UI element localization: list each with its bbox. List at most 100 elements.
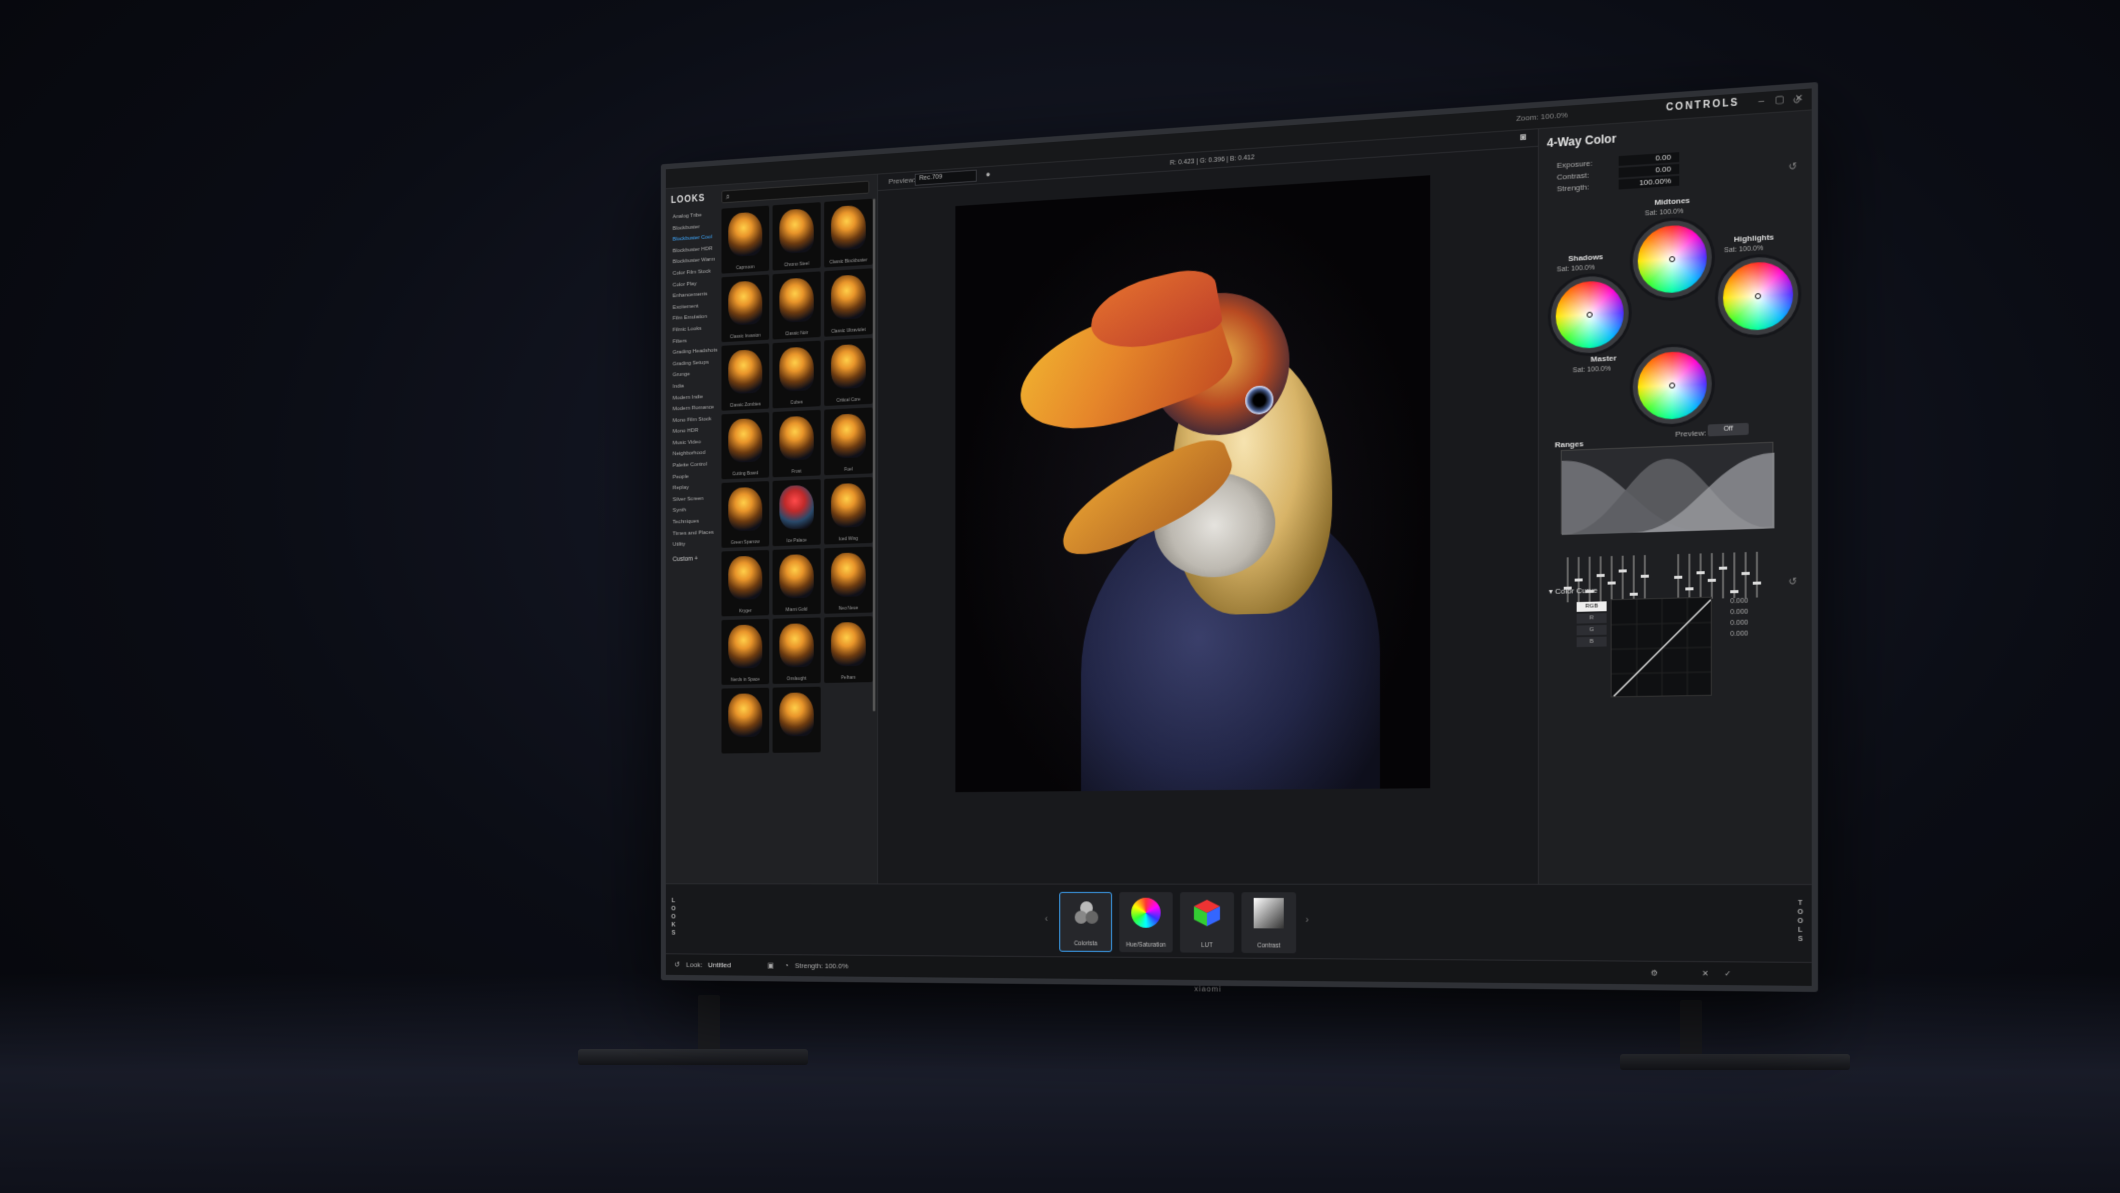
highlights-wheel[interactable] bbox=[1718, 255, 1798, 337]
look-thumbnail[interactable]: Classic Zombies bbox=[721, 343, 769, 410]
cancel-icon[interactable]: ✕ bbox=[1702, 969, 1709, 978]
look-thumbnail[interactable]: Frost bbox=[773, 410, 821, 477]
look-thumbnail[interactable]: Nerds in Space bbox=[721, 619, 769, 685]
fader-knob[interactable] bbox=[1730, 590, 1738, 593]
look-thumbnail[interactable]: Pelham bbox=[824, 616, 873, 683]
range-fader[interactable] bbox=[1600, 556, 1602, 601]
fader-knob[interactable] bbox=[1641, 575, 1649, 578]
reset-4way-icon[interactable]: ↺ bbox=[1789, 161, 1798, 173]
strength-field[interactable]: 100.00% bbox=[1619, 176, 1680, 190]
range-fader[interactable] bbox=[1633, 555, 1635, 600]
tool-contrast[interactable]: Contrast bbox=[1241, 892, 1296, 953]
midtones-wheel-handle[interactable] bbox=[1669, 256, 1675, 262]
range-fader[interactable] bbox=[1745, 552, 1747, 598]
range-fader[interactable] bbox=[1733, 552, 1735, 598]
fader-knob[interactable] bbox=[1742, 572, 1750, 575]
tools-side-tab[interactable]: TOOLS bbox=[1795, 899, 1805, 944]
range-fader[interactable] bbox=[1622, 556, 1624, 601]
fader-knob[interactable] bbox=[1685, 587, 1693, 590]
fader-knob[interactable] bbox=[1619, 569, 1627, 572]
look-thumbnail[interactable]: Green Sparrow bbox=[721, 481, 769, 548]
reset-curve-icon[interactable]: ↺ bbox=[1789, 577, 1798, 588]
look-thumbnail[interactable]: Kryger bbox=[721, 550, 769, 616]
chevron-right-icon[interactable]: › bbox=[1306, 915, 1309, 926]
fader-knob[interactable] bbox=[1708, 579, 1716, 582]
chevron-left-icon[interactable]: ‹ bbox=[1045, 914, 1048, 924]
fader-knob[interactable] bbox=[1753, 582, 1761, 585]
look-thumbnail[interactable]: Critical Core bbox=[824, 338, 873, 406]
look-thumbnail[interactable]: Classic Noir bbox=[773, 271, 821, 339]
look-thumbnail[interactable]: Capmoon bbox=[721, 206, 769, 274]
look-thumbnail[interactable]: Iced Wing bbox=[824, 477, 873, 545]
category-item[interactable]: Utility bbox=[673, 538, 720, 551]
range-fader[interactable] bbox=[1644, 555, 1646, 600]
ranges-graph[interactable] bbox=[1561, 442, 1774, 534]
tool-label: Colorista bbox=[1060, 940, 1111, 947]
fader-knob[interactable] bbox=[1719, 567, 1727, 570]
range-fader[interactable] bbox=[1567, 557, 1569, 602]
look-thumbnail[interactable] bbox=[721, 688, 769, 754]
tool-colorista[interactable]: Colorista bbox=[1059, 892, 1112, 952]
tool-hue-saturation[interactable]: Hue/Saturation bbox=[1119, 892, 1172, 952]
fader-knob[interactable] bbox=[1674, 576, 1682, 579]
user-icon[interactable]: ● bbox=[986, 170, 991, 180]
range-fader[interactable] bbox=[1711, 553, 1713, 599]
fader-knob[interactable] bbox=[1630, 593, 1638, 596]
fader-knob[interactable] bbox=[1597, 574, 1605, 577]
range-fader[interactable] bbox=[1700, 553, 1702, 599]
master-wheel-handle[interactable] bbox=[1669, 382, 1675, 388]
color-curve-header[interactable]: ▾ Color Curve bbox=[1549, 586, 1598, 596]
fader-knob[interactable] bbox=[1608, 581, 1616, 584]
strength-readout[interactable]: Strength: 100.0% bbox=[795, 962, 848, 971]
reset-icon[interactable]: ↺ bbox=[1793, 95, 1802, 107]
look-thumbnail[interactable]: Classic Invasion bbox=[721, 274, 769, 342]
look-thumbnail[interactable] bbox=[773, 687, 821, 753]
look-thumbnail[interactable]: Ice Palace bbox=[773, 479, 821, 546]
range-fader[interactable] bbox=[1677, 554, 1679, 599]
looks-side-tab[interactable]: LOOKS bbox=[669, 897, 677, 937]
confirm-icon[interactable]: ✓ bbox=[1724, 969, 1731, 978]
look-thumbnail[interactable]: Chrono Steel bbox=[773, 202, 821, 270]
look-thumbnail[interactable]: Neo Neue bbox=[824, 547, 873, 614]
fader-knob[interactable] bbox=[1697, 571, 1705, 574]
preview-select[interactable]: Rec.709 bbox=[915, 170, 977, 186]
strength-icon: ◔ bbox=[785, 961, 789, 969]
looks-scrollbar[interactable] bbox=[873, 199, 876, 712]
fader-knob[interactable] bbox=[1575, 578, 1583, 581]
maximize-icon[interactable]: ▢ bbox=[1775, 94, 1785, 106]
channel-g-button[interactable]: G bbox=[1577, 625, 1607, 635]
shadows-wheel-handle[interactable] bbox=[1587, 312, 1593, 318]
category-item[interactable]: Times and Places bbox=[673, 527, 720, 540]
range-fader[interactable] bbox=[1688, 554, 1690, 600]
gear-icon[interactable]: ⚙ bbox=[1651, 969, 1658, 978]
category-item[interactable]: Modern Romance bbox=[673, 402, 720, 416]
look-thumbnail[interactable]: Miami Gold bbox=[773, 548, 821, 615]
shadows-wheel[interactable] bbox=[1551, 274, 1629, 354]
channel-r-button[interactable]: R bbox=[1577, 613, 1607, 624]
color-curve-graph[interactable] bbox=[1611, 597, 1712, 698]
range-fader[interactable] bbox=[1611, 556, 1613, 601]
look-thumbnail[interactable]: Classic Blockbuster bbox=[824, 199, 873, 268]
range-fader[interactable] bbox=[1589, 557, 1591, 602]
minimize-icon[interactable]: – bbox=[1759, 96, 1765, 107]
channel-b-button[interactable]: B bbox=[1577, 637, 1607, 647]
save-look-icon[interactable]: ▣ bbox=[767, 961, 773, 969]
category-item[interactable]: Grading Headshots bbox=[673, 345, 720, 359]
look-thumbnail[interactable]: Cutting Board bbox=[721, 412, 769, 479]
midtones-wheel[interactable] bbox=[1633, 218, 1712, 299]
master-wheel[interactable] bbox=[1633, 345, 1712, 426]
ranges-preview-toggle[interactable]: Off bbox=[1708, 423, 1749, 437]
range-fader[interactable] bbox=[1722, 553, 1724, 599]
look-thumbnail[interactable]: Fuel bbox=[824, 407, 873, 475]
channel-rgb-button[interactable]: RGB bbox=[1577, 601, 1607, 612]
look-thumbnail[interactable]: Cubes bbox=[773, 341, 821, 409]
look-thumbnail[interactable]: Onslaught bbox=[773, 617, 821, 684]
range-fader[interactable] bbox=[1756, 552, 1758, 598]
camera-icon[interactable]: ◙ bbox=[1520, 132, 1526, 143]
highlights-wheel-handle[interactable] bbox=[1755, 293, 1761, 299]
look-thumbnail[interactable]: Classic Ultraviolet bbox=[824, 268, 873, 336]
range-fader[interactable] bbox=[1578, 557, 1580, 602]
category-custom[interactable]: Custom + bbox=[673, 553, 720, 566]
tool-lut[interactable]: LUT bbox=[1180, 892, 1234, 953]
undo-icon[interactable]: ↺ bbox=[674, 961, 680, 969]
